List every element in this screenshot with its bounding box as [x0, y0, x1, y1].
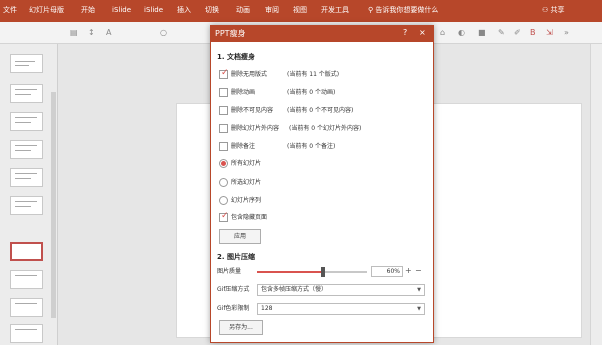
slide-thumbnail[interactable] [10, 298, 43, 317]
checkbox-include-hidden[interactable]: ✓ [219, 211, 229, 222]
help-button[interactable]: ? [403, 28, 407, 38]
radio-label: 所有幻灯片 [231, 160, 262, 167]
pen-icon[interactable]: ✎ [498, 28, 505, 38]
tab-transitions[interactable]: 切换 [205, 6, 219, 15]
checkbox-remove-offslide[interactable] [219, 124, 228, 133]
option-note: (当前有 0 个幻灯片外内容) [289, 125, 362, 132]
tab-review[interactable]: 审阅 [265, 6, 279, 15]
bold-icon[interactable]: B [530, 28, 536, 38]
chevron-down-icon: ▼ [417, 287, 421, 293]
option-label: 删除无用版式 [231, 71, 268, 78]
checkbox-remove-notes[interactable] [219, 142, 228, 151]
checkbox-remove-unused-layouts[interactable]: ✓ [219, 68, 229, 79]
shape-icon[interactable]: ○ [160, 28, 167, 38]
tab-home[interactable]: 开始 [81, 6, 95, 15]
slide-thumbnail-selected[interactable] [10, 242, 43, 261]
person-icon: ⚇ [542, 6, 551, 14]
dialog-title: PPT瘦身 [215, 29, 246, 38]
gif-mode-select[interactable]: 包含多帧压缩方式（慢） ▼ [257, 284, 425, 296]
option-note: (当前有 0 个不可见内容) [287, 107, 354, 114]
tab-developer[interactable]: 开发工具 [321, 6, 349, 15]
section-image-compress-title: 2. 图片压缩 [217, 253, 255, 261]
dialog-title-bar[interactable]: PPT瘦身 ? × [211, 26, 433, 42]
tell-me-search[interactable]: ⚲ 告诉我你想要做什么 [368, 6, 438, 15]
radio-selected-dot [221, 161, 226, 166]
slide-thumbnail[interactable] [10, 168, 43, 187]
slide-thumbnail[interactable] [10, 112, 43, 131]
tab-slide-master[interactable]: 幻灯片母版 [29, 6, 64, 15]
color-swatch-icon[interactable]: ■ [478, 28, 486, 38]
slide-thumbnail[interactable] [10, 324, 43, 343]
checkbox-remove-invisible[interactable] [219, 106, 228, 115]
gif-mode-value: 包含多帧压缩方式（慢） [261, 286, 328, 293]
radio-label: 幻灯片序列 [231, 197, 262, 204]
gif-limit-value: 128 [261, 305, 273, 312]
quality-slider[interactable] [257, 267, 367, 277]
option-note: (当前有 11 个版式) [287, 71, 340, 78]
option-label: 删除备注 [231, 143, 256, 150]
thumbnails-scrollbar[interactable] [51, 92, 56, 318]
quality-label: 图片质量 [217, 268, 242, 275]
apply-button[interactable]: 应用 [219, 229, 261, 244]
gif-limit-select[interactable]: 128 ▼ [257, 303, 425, 315]
gif-limit-label: Gif色彩限制 [217, 305, 250, 312]
tab-animations[interactable]: 动画 [236, 6, 250, 15]
radio-label: 所选幻灯片 [231, 179, 262, 186]
share-label: 共享 [550, 6, 565, 14]
dropper-icon[interactable]: ✐ [514, 28, 521, 38]
option-label: 删除动画 [231, 89, 256, 96]
slide-thumbnail[interactable] [10, 196, 43, 215]
gif-mode-label: Gif压缩方式 [217, 286, 250, 293]
section-doc-slimming-title: 1. 文档瘦身 [217, 53, 255, 61]
close-button[interactable]: × [419, 28, 426, 38]
slide-thumbnail[interactable] [10, 54, 43, 73]
quality-slider-fill [257, 271, 323, 273]
option-label: 删除不可见内容 [231, 107, 274, 114]
tab-insert[interactable]: 插入 [177, 6, 191, 15]
option-label: 包含隐藏页面 [231, 214, 268, 221]
option-label: 删除幻灯片外内容 [231, 125, 280, 132]
option-note: (当前有 0 个备注) [287, 143, 336, 150]
canvas-scrollbar[interactable] [590, 44, 602, 345]
export-icon[interactable]: ⇲ [546, 28, 553, 38]
quality-value-input[interactable]: 60% [371, 266, 403, 277]
option-note: (当前有 0 个动画) [287, 89, 336, 96]
format-icon[interactable]: ⌂ [440, 28, 445, 38]
slide-thumbnail[interactable] [10, 270, 43, 289]
fill-icon[interactable]: ◐ [458, 28, 465, 38]
quality-slider-thumb[interactable] [321, 267, 325, 277]
slide-thumbnail[interactable] [10, 84, 43, 103]
font-color-icon[interactable]: A [106, 28, 111, 38]
tab-file[interactable]: 文件 [3, 6, 17, 15]
ribbon-tab-bar: 文件 幻灯片母版 开始 iSlide iSlide 插入 切换 动画 审阅 视图… [0, 0, 602, 22]
checkbox-remove-animations[interactable] [219, 88, 228, 97]
tell-me-text: 告诉我你想要做什么 [375, 6, 439, 14]
tab-islide-2[interactable]: iSlide [144, 6, 163, 15]
tab-islide[interactable]: iSlide [112, 6, 131, 15]
checkmark-icon: ✓ [221, 68, 229, 78]
chevron-down-icon: ▼ [417, 306, 421, 312]
layout-icon[interactable]: ▤ [70, 28, 78, 38]
slide-thumbnails-pane [0, 44, 58, 345]
radio-all-slides[interactable] [219, 159, 228, 168]
ppt-slim-dialog: PPT瘦身 ? × 1. 文档瘦身 ✓ 删除无用版式 (当前有 11 个版式) … [210, 25, 434, 343]
radio-slide-sequence[interactable] [219, 196, 228, 205]
more-icon[interactable]: » [564, 28, 569, 38]
radio-selected-slides[interactable] [219, 178, 228, 187]
tab-view[interactable]: 视图 [293, 6, 307, 15]
checkmark-icon: ✓ [221, 211, 229, 221]
minus-icon[interactable]: − [415, 266, 422, 276]
slide-thumbnail[interactable] [10, 140, 43, 159]
font-size-icon[interactable]: ↕ [88, 28, 95, 38]
share-button[interactable]: ⚇ 共享 [542, 6, 565, 15]
save-as-button[interactable]: 另存为... [219, 320, 263, 335]
plus-icon[interactable]: + [405, 266, 412, 276]
